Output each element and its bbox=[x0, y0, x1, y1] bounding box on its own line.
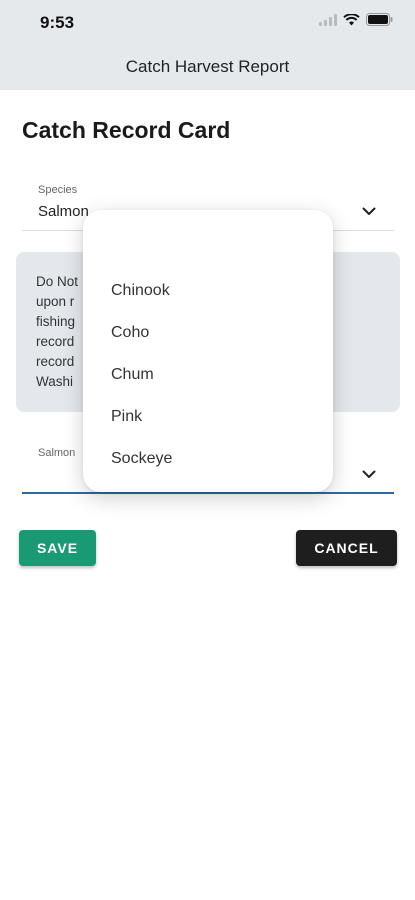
species-label: Species bbox=[38, 184, 78, 196]
page-title: Catch Record Card bbox=[22, 117, 231, 143]
wifi-icon bbox=[343, 13, 360, 25]
salmon-label: Salmon bbox=[38, 447, 76, 459]
battery-icon bbox=[366, 13, 393, 26]
dropdown-option-chum[interactable]: Chum bbox=[111, 366, 154, 384]
salmon-options-dropdown: Chinook Coho Chum Pink Sockeye bbox=[83, 210, 333, 492]
nav-title: Catch Harvest Report bbox=[125, 57, 290, 76]
chevron-down-icon bbox=[362, 207, 376, 215]
dropdown-option-sockeye[interactable]: Sockeye bbox=[111, 450, 172, 468]
dropdown-option-pink[interactable]: Pink bbox=[111, 408, 142, 426]
species-value: Salmon bbox=[38, 203, 89, 220]
status-time: 9:53 bbox=[40, 13, 75, 32]
save-button[interactable]: SAVE bbox=[19, 530, 96, 566]
cancel-button[interactable]: CANCEL bbox=[296, 530, 397, 566]
signal-icon bbox=[319, 13, 337, 26]
chevron-down-icon bbox=[362, 470, 376, 478]
dropdown-option-chinook[interactable]: Chinook bbox=[111, 282, 170, 300]
dropdown-option-coho[interactable]: Coho bbox=[111, 324, 149, 342]
status-bar: 9:53 bbox=[0, 0, 415, 44]
status-icons bbox=[319, 13, 393, 26]
nav-bar: Catch Harvest Report bbox=[0, 44, 415, 90]
